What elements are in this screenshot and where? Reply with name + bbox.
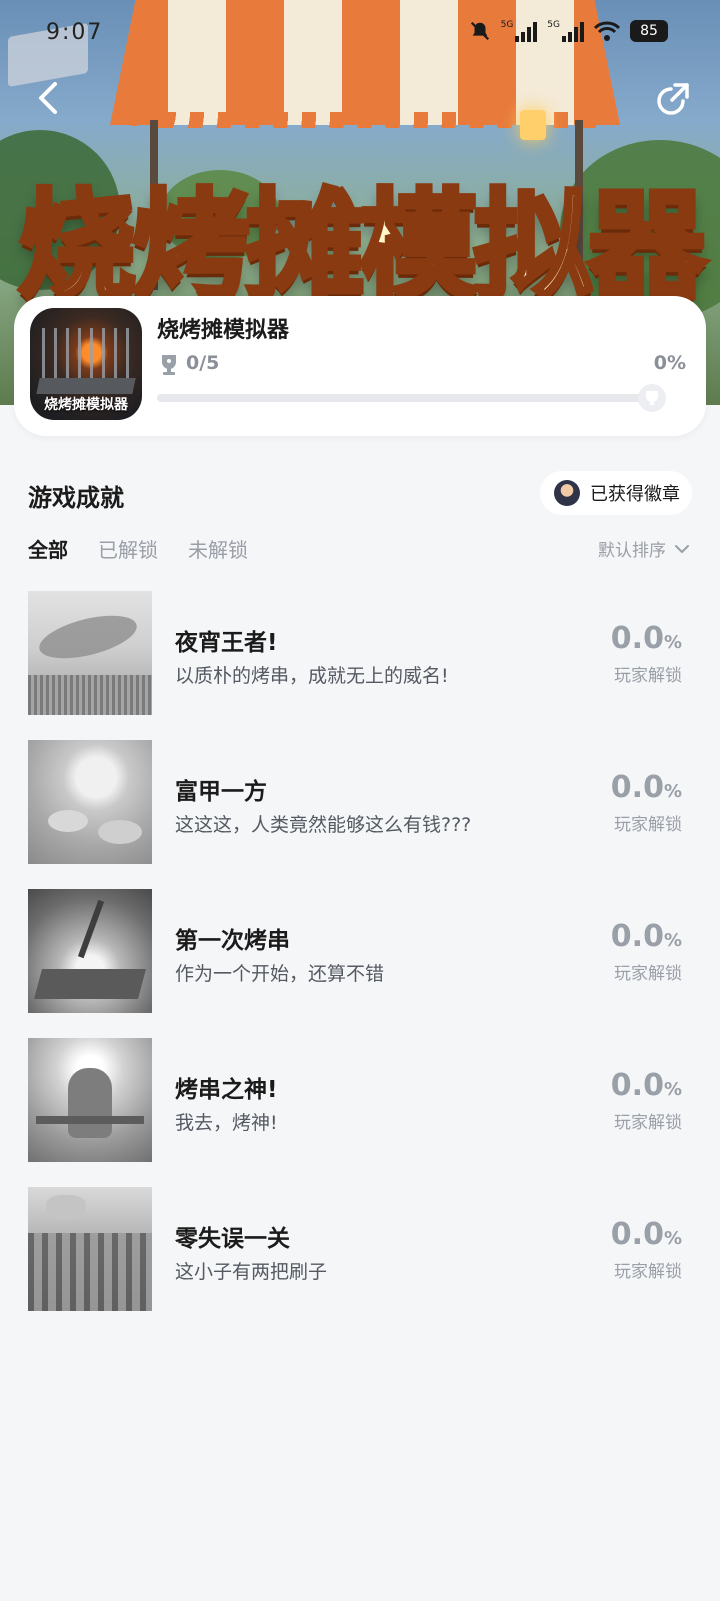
network-label-1: 5G — [500, 20, 514, 30]
achievement-item[interactable]: 富甲一方 这这这，人类竟然能够这么有钱??? 0.0% 玩家解锁 — [0, 740, 720, 864]
game-icon-label: 烧烤摊模拟器 — [44, 397, 128, 413]
tab-locked[interactable]: 未解锁 — [188, 534, 248, 563]
signal-icon-2 — [562, 20, 584, 42]
progress-track — [157, 394, 657, 402]
game-icon[interactable]: 烧烤摊模拟器 — [30, 308, 142, 420]
achievement-image — [28, 591, 152, 715]
achievement-description: 作为一个开始，还算不错 — [175, 963, 385, 985]
achievement-description: 我去，烤神! — [175, 1112, 278, 1134]
achievement-name: 烤串之神! — [175, 1077, 278, 1103]
battery-level: 85 — [640, 23, 658, 39]
achievement-unlock-caption: 玩家解锁 — [614, 1113, 682, 1133]
achievement-unlock-rate: 0.0% — [610, 770, 682, 805]
trophy-icon — [162, 355, 176, 375]
sort-label: 默认排序 — [598, 541, 666, 561]
achievement-name: 富甲一方 — [175, 779, 267, 805]
earned-badges-button[interactable]: 已获得徽章 — [540, 471, 692, 515]
achievement-item[interactable]: 第一次烤串 作为一个开始，还算不错 0.0% 玩家解锁 — [0, 889, 720, 1013]
achievement-unlock-rate: 0.0% — [610, 1217, 682, 1252]
earned-badges-label: 已获得徽章 — [590, 484, 680, 505]
achievement-name: 夜宵王者! — [175, 630, 278, 656]
tab-unlocked[interactable]: 已解锁 — [98, 534, 158, 563]
game-name: 烧烤摊模拟器 — [157, 318, 290, 343]
achievement-image — [28, 889, 152, 1013]
trophy-marker-icon — [646, 391, 658, 405]
achievement-description: 这这这，人类竟然能够这么有钱??? — [175, 814, 472, 836]
back-button[interactable] — [28, 78, 68, 118]
achievement-unlock-rate: 0.0% — [610, 919, 682, 954]
achievement-name: 零失误一关 — [175, 1226, 290, 1252]
signal-icon — [515, 20, 538, 42]
status-bar: 9:07 5G 5G 85 — [0, 0, 720, 70]
achievements-screen: 烧烤摊模拟器 9:07 5G 5G 85 烧烤摊模拟器 烧烤摊模拟器 0/5 0… — [0, 0, 720, 1601]
achievement-description: 这小子有两把刷子 — [175, 1261, 328, 1283]
achievement-unlock-caption: 玩家解锁 — [614, 1262, 682, 1282]
status-icons: 5G 5G 85 — [469, 20, 668, 42]
achievement-unlock-caption: 玩家解锁 — [614, 964, 682, 984]
achievement-image — [28, 740, 152, 864]
network-label-2: 5G — [547, 20, 560, 30]
wifi-icon — [594, 21, 620, 41]
chevron-down-icon — [675, 544, 689, 553]
mute-bell-icon — [470, 21, 489, 41]
game-summary-card: 烧烤摊模拟器 烧烤摊模拟器 0/5 0% — [14, 296, 706, 436]
achievement-unlock-rate: 0.0% — [610, 621, 682, 656]
lamp-illustration — [520, 110, 546, 140]
achievement-unlock-rate: 0.0% — [610, 1068, 682, 1103]
filter-tabs: 全部 已解锁 未解锁 — [28, 534, 248, 563]
achievement-unlock-caption: 玩家解锁 — [614, 666, 682, 686]
achievement-name: 第一次烤串 — [175, 928, 290, 954]
achievement-progress-percent: 0% — [653, 352, 686, 374]
share-icon — [657, 83, 689, 115]
achievement-item[interactable]: 夜宵王者! 以质朴的烤串，成就无上的威名! 0.0% 玩家解锁 — [0, 591, 720, 715]
share-button[interactable] — [650, 78, 694, 122]
chevron-left-icon — [39, 82, 57, 114]
achievement-image — [28, 1038, 152, 1162]
tab-all[interactable]: 全部 — [28, 534, 68, 563]
achievement-item[interactable]: 零失误一关 这小子有两把刷子 0.0% 玩家解锁 — [0, 1187, 720, 1311]
battery-icon: 85 — [630, 20, 668, 42]
achievement-unlock-caption: 玩家解锁 — [614, 815, 682, 835]
badge-avatar-icon — [554, 480, 580, 506]
achievement-item[interactable]: 烤串之神! 我去，烤神! 0.0% 玩家解锁 — [0, 1038, 720, 1162]
achievement-progress-count: 0/5 — [186, 352, 220, 374]
status-time: 9:07 — [46, 20, 104, 45]
section-title: 游戏成就 — [28, 484, 124, 512]
achievement-image — [28, 1187, 152, 1311]
progress-end-marker — [638, 384, 666, 412]
achievement-description: 以质朴的烤串，成就无上的威名! — [175, 665, 449, 687]
sort-dropdown[interactable]: 默认排序 — [598, 536, 690, 561]
